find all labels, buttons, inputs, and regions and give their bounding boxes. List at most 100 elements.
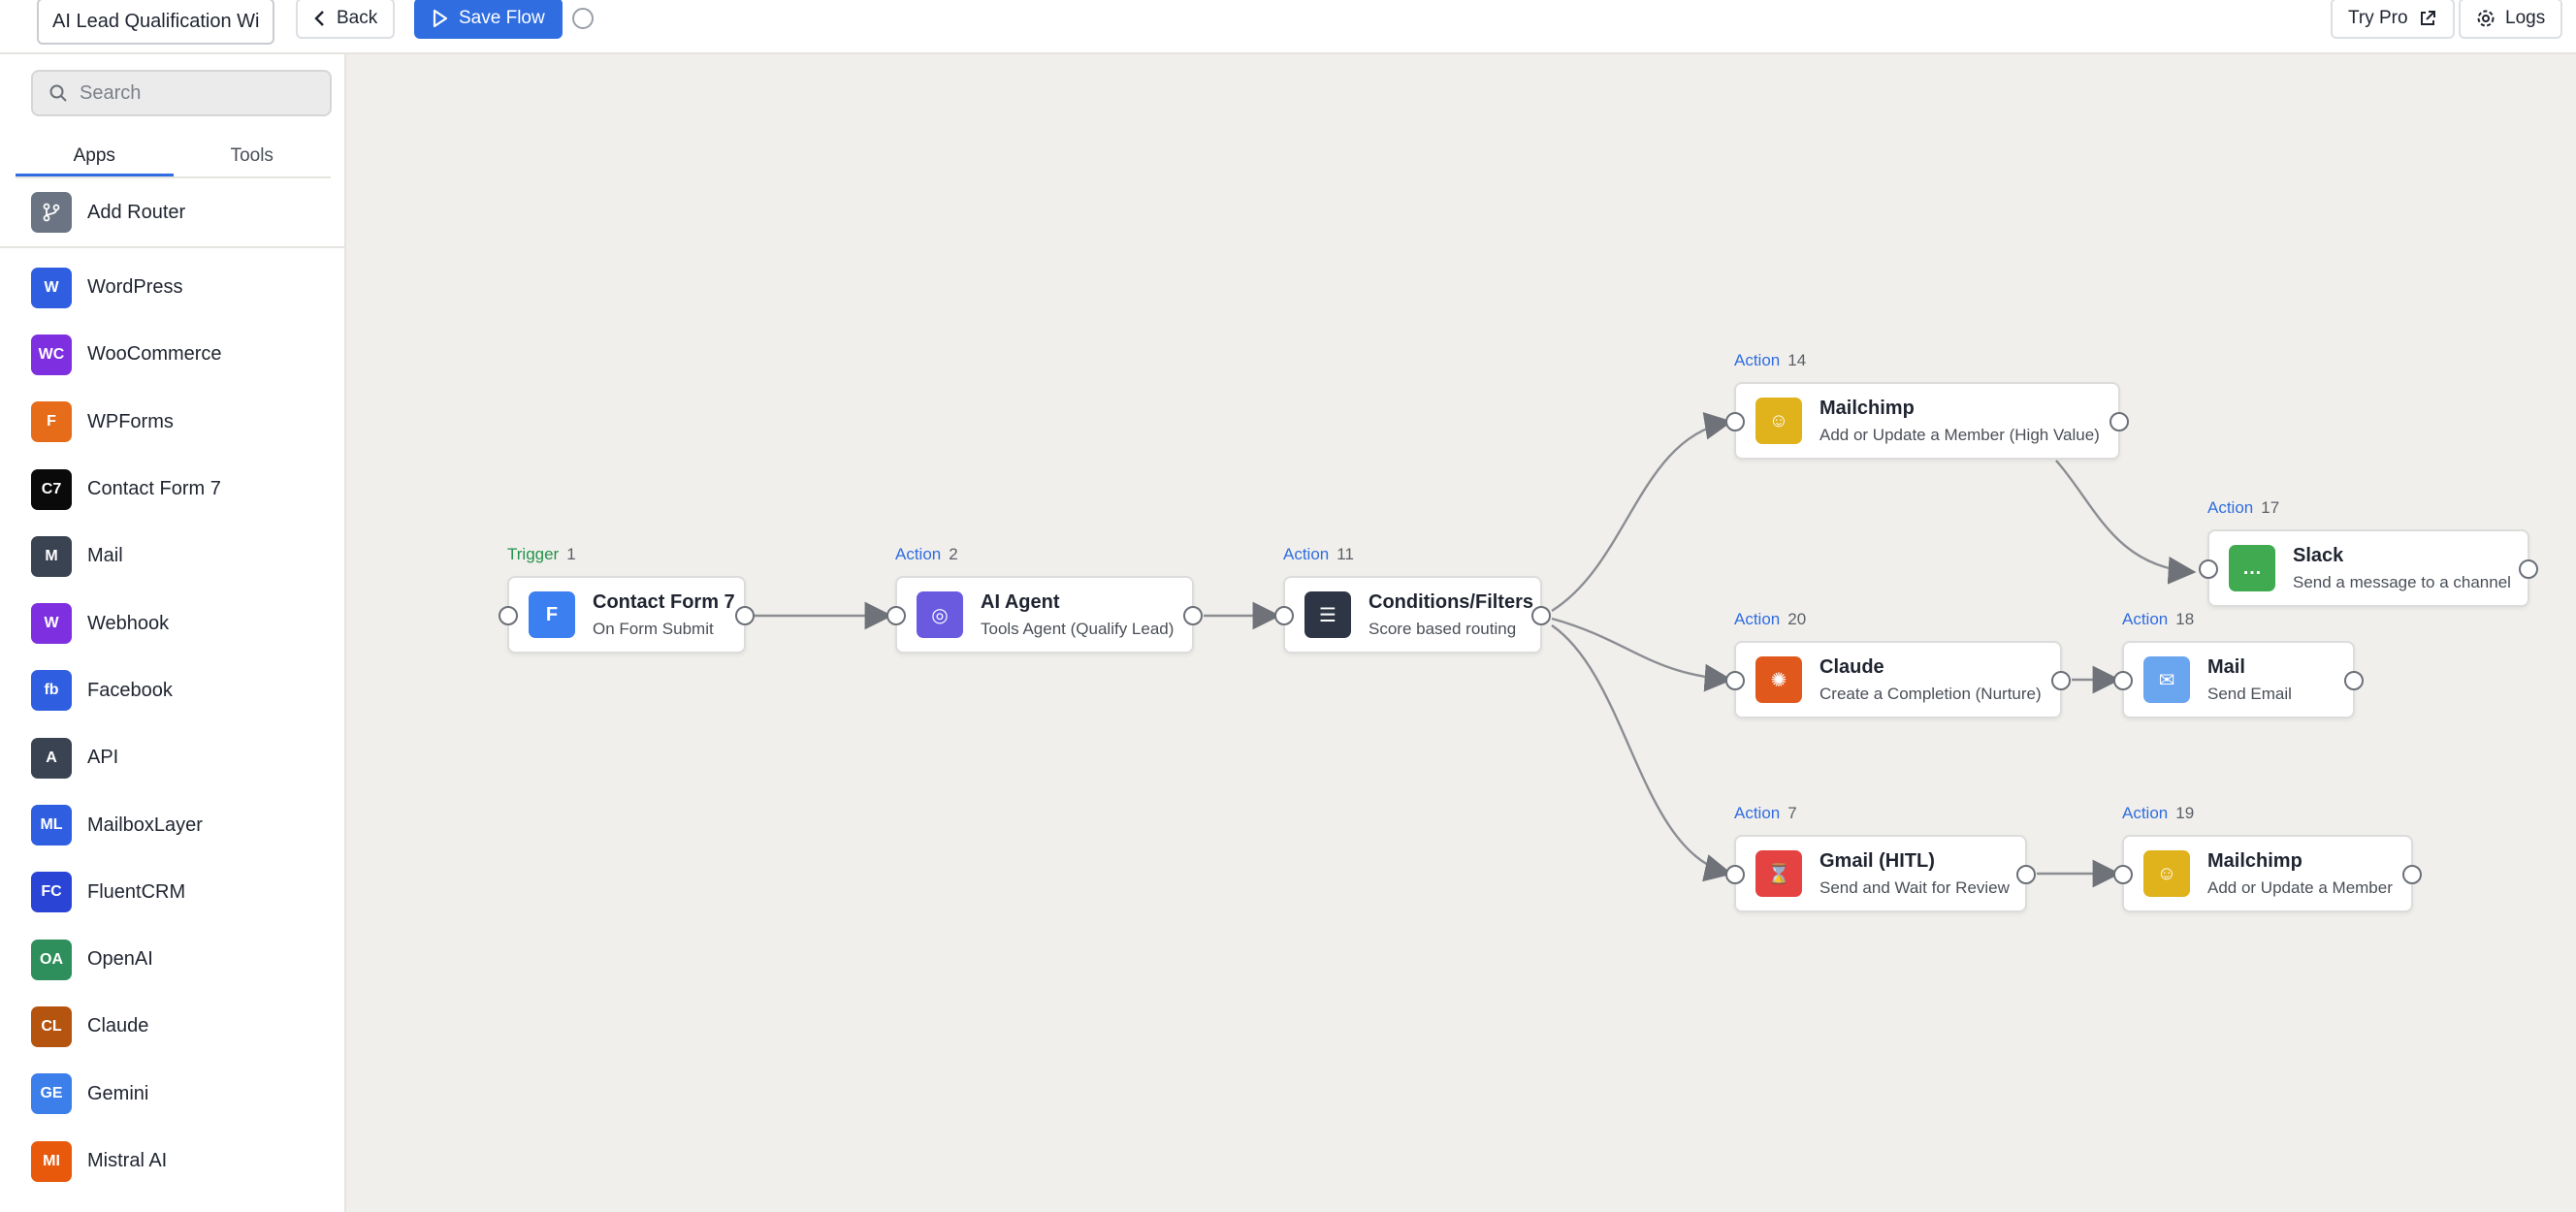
node-title: AI Agent [981,590,1060,613]
node-subtitle: On Form Submit [593,619,714,638]
input-port[interactable] [2113,865,2133,884]
app-logo-icon: OA [31,939,72,980]
output-port[interactable] [2402,865,2422,884]
node-header: Action 11 [1283,545,1354,564]
input-port[interactable] [2199,559,2218,579]
app-item-mistral-ai[interactable]: MI Mistral AI [0,1128,344,1195]
app-logo-icon: W [31,267,72,308]
app-item-wordpress[interactable]: W WordPress [0,254,344,321]
flow-node-n1[interactable]: F Contact Form 7 On Form Submit [499,576,755,654]
app-item-wpforms[interactable]: F WPForms [0,389,344,456]
node-subtitle: Create a Completion (Nurture) [1819,684,2042,703]
back-button[interactable]: Back [296,0,396,39]
flow-node-n7[interactable]: ⌛ Gmail (HITL) Send and Wait for Review [1725,835,2036,912]
save-flow-label: Save Flow [459,8,545,28]
search-placeholder: Search [80,81,142,104]
logs-label: Logs [2505,8,2546,28]
output-port[interactable] [2016,865,2036,884]
app-item-openai[interactable]: OA OpenAI [0,926,344,993]
add-router-label: Add Router [87,201,186,223]
input-port[interactable] [1725,412,1745,431]
output-port[interactable] [2344,671,2364,690]
node-number: 14 [1787,351,1807,369]
app-label: Mail [87,545,123,567]
flow-name-input[interactable]: AI Lead Qualification Wi [37,0,274,45]
output-port[interactable] [2519,559,2538,579]
app-item-api[interactable]: A API [0,724,344,791]
app-item-gemini[interactable]: GE Gemini [0,1061,344,1128]
search-icon [49,84,67,102]
tab-tools[interactable]: Tools [174,138,332,176]
try-pro-button[interactable]: Try Pro [2331,0,2455,39]
flow-node-n20[interactable]: ✺ Claude Create a Completion (Nurture) [1725,641,2071,718]
top-bar: AI Lead Qualification Wi Back Save Flow … [0,0,2576,54]
node-kind-label: Action [2207,498,2254,517]
node-number: 17 [2261,498,2280,517]
app-label: WordPress [87,276,183,299]
node-subtitle: Send Email [2207,684,2292,703]
gear-icon [2477,10,2495,27]
app-item-mail[interactable]: M Mail [0,523,344,590]
app-label: Facebook [87,679,173,701]
app-label: OpenAI [87,948,153,971]
output-port[interactable] [735,606,755,625]
flow-node-n19[interactable]: ☺ Mailchimp Add or Update a Member [2113,835,2422,912]
flow-node-n17[interactable]: … Slack Send a message to a channel [2199,529,2538,607]
app-item-fluentcrm[interactable]: FC FluentCRM [0,859,344,926]
node-title: Contact Form 7 [593,590,735,613]
app-label: Claude [87,1015,149,1037]
mail-icon: ✉ [2143,656,2190,703]
node-number: 1 [566,545,576,563]
search-input[interactable]: Search [31,70,332,116]
logs-button[interactable]: Logs [2459,0,2563,39]
node-number: 18 [2175,610,2195,628]
flow-node-n11[interactable]: ☰ Conditions/Filters Score based routing [1274,576,1551,654]
node-subtitle: Score based routing [1368,619,1517,638]
external-link-icon [2420,11,2435,25]
flow-node-n2[interactable]: ◎ AI Agent Tools Agent (Qualify Lead) [886,576,1203,654]
output-port[interactable] [1531,606,1551,625]
app-label: Contact Form 7 [87,478,221,500]
play-icon [433,9,448,28]
app-label: Webhook [87,612,170,634]
input-port[interactable] [1274,606,1294,625]
flow-node-n14[interactable]: ☺ Mailchimp Add or Update a Member (High V… [1725,382,2129,460]
hourglass-icon: ⌛ [1755,850,1802,897]
app-label: API [87,747,119,769]
node-number: 19 [2175,804,2195,822]
input-port[interactable] [2113,671,2133,690]
app-logo-icon: GE [31,1073,72,1115]
app-item-mailboxlayer[interactable]: ML MailboxLayer [0,791,344,858]
app-logo-icon: CL [31,1005,72,1047]
sidebar-tabs: Apps Tools [16,138,331,178]
input-port[interactable] [499,606,518,625]
add-router-item[interactable]: Add Router [0,178,344,248]
output-port[interactable] [1183,606,1203,625]
node-title: Slack [2293,544,2344,566]
flow-node-n18[interactable]: ✉ Mail Send Email [2113,641,2364,718]
app-item-claude[interactable]: CL Claude [0,993,344,1060]
app-item-facebook[interactable]: fb Facebook [0,657,344,724]
input-port[interactable] [1725,671,1745,690]
node-number: 2 [949,545,958,563]
node-header: Action 2 [895,545,958,564]
app-logo-icon: C7 [31,468,72,510]
output-port[interactable] [2109,412,2129,431]
input-port[interactable] [886,606,906,625]
node-subtitle: Add or Update a Member [2207,877,2393,897]
app-item-woocommerce[interactable]: WC WooCommerce [0,321,344,388]
output-port[interactable] [2051,671,2071,690]
back-label: Back [337,8,378,28]
save-flow-button[interactable]: Save Flow [414,0,563,39]
filter-icon: ☰ [1304,591,1351,638]
app-item-contact-form-7[interactable]: C7 Contact Form 7 [0,456,344,523]
node-kind-label: Action [895,545,942,563]
app-label: Mistral AI [87,1150,168,1171]
app-item-webhook[interactable]: W Webhook [0,590,344,656]
node-header: Action 14 [1734,351,1806,370]
app-label: Gemini [87,1082,149,1104]
node-title: Conditions/Filters [1368,590,1533,613]
claude-icon: ✺ [1755,656,1802,703]
input-port[interactable] [1725,865,1745,884]
tab-apps[interactable]: Apps [16,138,174,176]
